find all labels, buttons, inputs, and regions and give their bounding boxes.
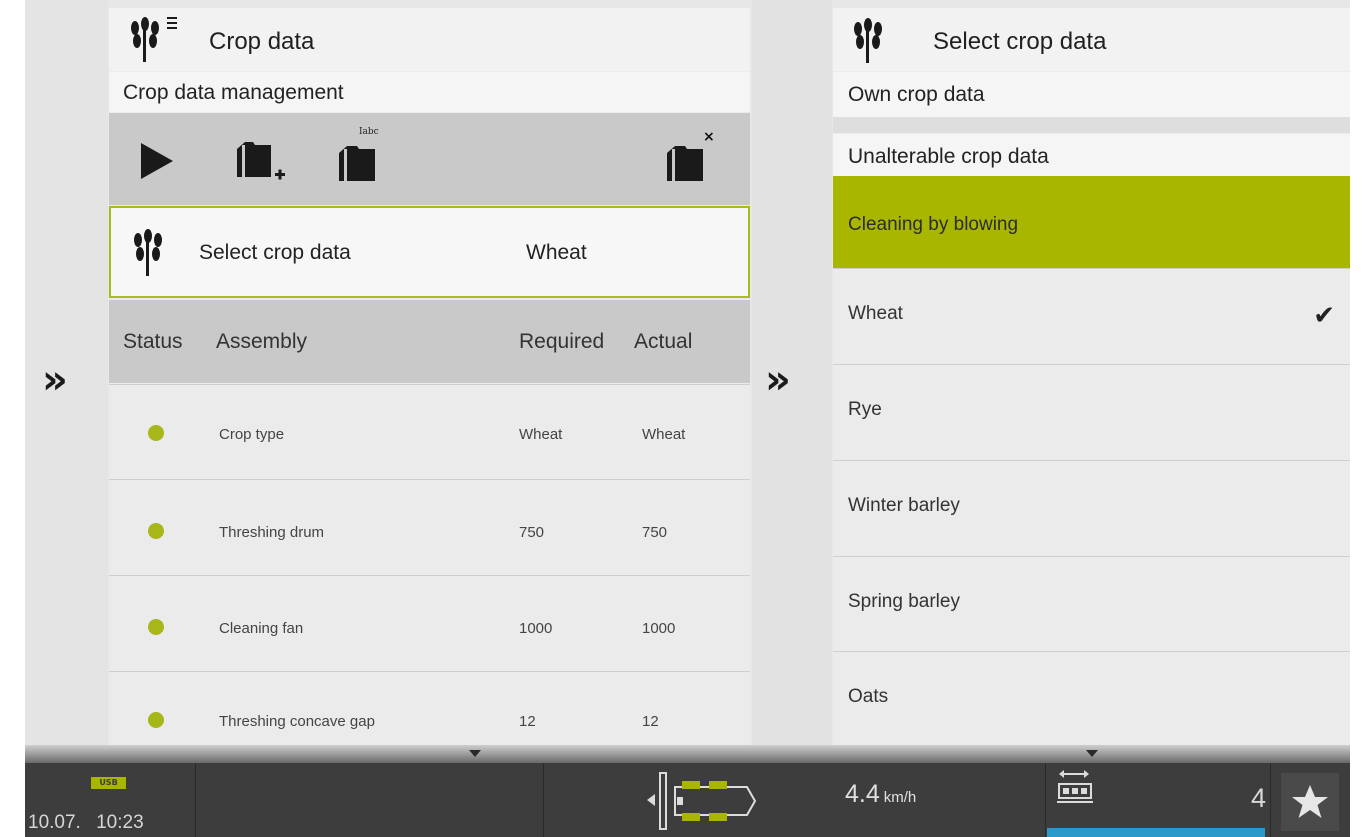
subheader-label: Crop data management xyxy=(123,81,344,104)
unalterable-crop-data-label: Unalterable crop data xyxy=(848,145,1049,168)
close-icon: × xyxy=(703,129,715,145)
list-item[interactable]: Wheat ✔ xyxy=(833,268,1350,363)
delete-folder-button[interactable]: × xyxy=(659,129,719,191)
column-assembly: Assembly xyxy=(216,330,308,353)
rename-badge: Iabc xyxy=(359,127,379,137)
actual-cell: 1000 xyxy=(642,620,676,637)
status-dot xyxy=(148,712,164,728)
terminal-screen: » Crop data Crop data management Iabc × … xyxy=(25,0,1350,837)
date-time: 10.07. 10:23 xyxy=(28,812,144,834)
crop-data-toolbar: Iabc × xyxy=(109,113,750,205)
panel-title: Select crop data xyxy=(933,28,1107,55)
progress-indicator xyxy=(1047,828,1265,837)
actual-cell: 12 xyxy=(642,713,659,730)
list-item[interactable]: Oats xyxy=(833,651,1350,745)
list-item[interactable]: Spring barley xyxy=(833,556,1350,651)
counter-value: 4 xyxy=(1251,783,1267,813)
assembly-cell: Crop type xyxy=(219,426,285,443)
crop-icon xyxy=(129,226,173,283)
select-crop-data-panel: Select crop data Own crop data Unalterab… xyxy=(833,8,1350,745)
panel-header: Crop data xyxy=(109,8,750,71)
select-crop-data-label: Select crop data xyxy=(199,241,351,264)
status-bar: USB 10.07. 10:23 4.4 km/h 4 xyxy=(25,763,1350,837)
panel-header: Select crop data xyxy=(833,8,1350,71)
assembly-cell: Cleaning fan xyxy=(219,620,304,637)
column-actual: Actual xyxy=(634,330,693,353)
divider xyxy=(1270,763,1271,837)
required-cell: 12 xyxy=(519,713,536,730)
table-row[interactable]: Threshing drum 750 750 xyxy=(109,479,750,573)
list-item-label: Spring barley xyxy=(848,591,960,612)
folder-add-icon xyxy=(231,142,291,195)
play-button[interactable] xyxy=(129,131,189,191)
checkmark-icon: ✔ xyxy=(1313,301,1335,331)
folder-delete-icon xyxy=(659,146,719,195)
usb-icon: USB xyxy=(91,777,126,789)
required-cell: Wheat xyxy=(519,426,563,443)
left-expand-gutter[interactable]: » xyxy=(25,0,108,745)
list-item-label: Rye xyxy=(848,399,882,420)
speed-value: 4.4 xyxy=(845,780,880,808)
crop-icon xyxy=(849,16,893,71)
own-crop-data-label: Own crop data xyxy=(848,83,985,106)
list-item-label: Wheat xyxy=(848,303,903,324)
star-icon xyxy=(1290,782,1330,827)
middle-expand-gutter[interactable]: » xyxy=(752,0,832,745)
play-icon xyxy=(129,143,189,195)
list-item[interactable]: Rye xyxy=(833,364,1350,459)
date-text: 10.07. xyxy=(28,812,81,833)
table-row[interactable]: Cleaning fan 1000 1000 xyxy=(109,575,750,669)
select-crop-data-row[interactable]: Select crop data Wheat xyxy=(109,206,750,298)
actual-cell: 750 xyxy=(642,524,668,541)
table-row[interactable]: Threshing concave gap 12 12 xyxy=(109,671,750,745)
favorites-button[interactable] xyxy=(1281,773,1339,831)
list-item-label: Winter barley xyxy=(848,495,960,516)
divider xyxy=(543,763,544,837)
table-row[interactable]: Crop type Wheat Wheat xyxy=(109,384,750,478)
panel-bottom-shade xyxy=(25,745,1350,763)
folder-rename-icon xyxy=(331,146,391,195)
required-cell: 750 xyxy=(519,524,545,541)
own-crop-data-item[interactable]: Own crop data xyxy=(833,72,1350,117)
scroll-down-icon[interactable] xyxy=(469,750,481,757)
select-crop-data-value: Wheat xyxy=(526,241,587,264)
status-dot xyxy=(148,425,164,441)
rename-folder-button[interactable]: Iabc xyxy=(331,127,391,191)
cleaning-by-blowing-item[interactable]: Cleaning by blowing xyxy=(833,176,1350,268)
speed-unit: km/h xyxy=(883,789,917,806)
divider xyxy=(195,763,196,837)
panel-title: Crop data xyxy=(209,28,315,55)
cleaning-by-blowing-label: Cleaning by blowing xyxy=(848,214,1019,235)
speed-readout: 4.4 km/h xyxy=(845,780,916,809)
table-header: Status Assembly Required Actual xyxy=(109,300,750,383)
time-text: 10:23 xyxy=(96,812,144,833)
list-item[interactable]: Winter barley xyxy=(833,460,1350,555)
assembly-cell: Threshing concave gap xyxy=(219,713,375,730)
header-attachment-icon[interactable] xyxy=(647,771,762,836)
double-chevron-right-icon[interactable]: » xyxy=(765,360,791,400)
divider xyxy=(1045,763,1046,837)
status-dot xyxy=(148,619,164,635)
column-required: Required xyxy=(519,330,605,353)
machine-width-icon[interactable] xyxy=(1057,769,1097,814)
crop-data-panel: Crop data Crop data management Iabc × Se… xyxy=(109,8,750,745)
assembly-cell: Threshing drum xyxy=(219,524,325,541)
crop-data-management-heading: Crop data management xyxy=(109,72,750,112)
unalterable-crop-data-heading: Unalterable crop data xyxy=(833,134,1350,176)
new-folder-button[interactable] xyxy=(231,131,291,191)
scroll-down-icon[interactable] xyxy=(1086,750,1098,757)
list-item-label: Oats xyxy=(848,686,889,707)
section-divider xyxy=(833,117,1350,133)
required-cell: 1000 xyxy=(519,620,553,637)
actual-cell: Wheat xyxy=(642,426,686,443)
status-dot xyxy=(148,523,164,539)
crop-list-icon xyxy=(123,14,183,69)
double-chevron-right-icon[interactable]: » xyxy=(42,360,68,400)
column-status: Status xyxy=(123,330,183,353)
